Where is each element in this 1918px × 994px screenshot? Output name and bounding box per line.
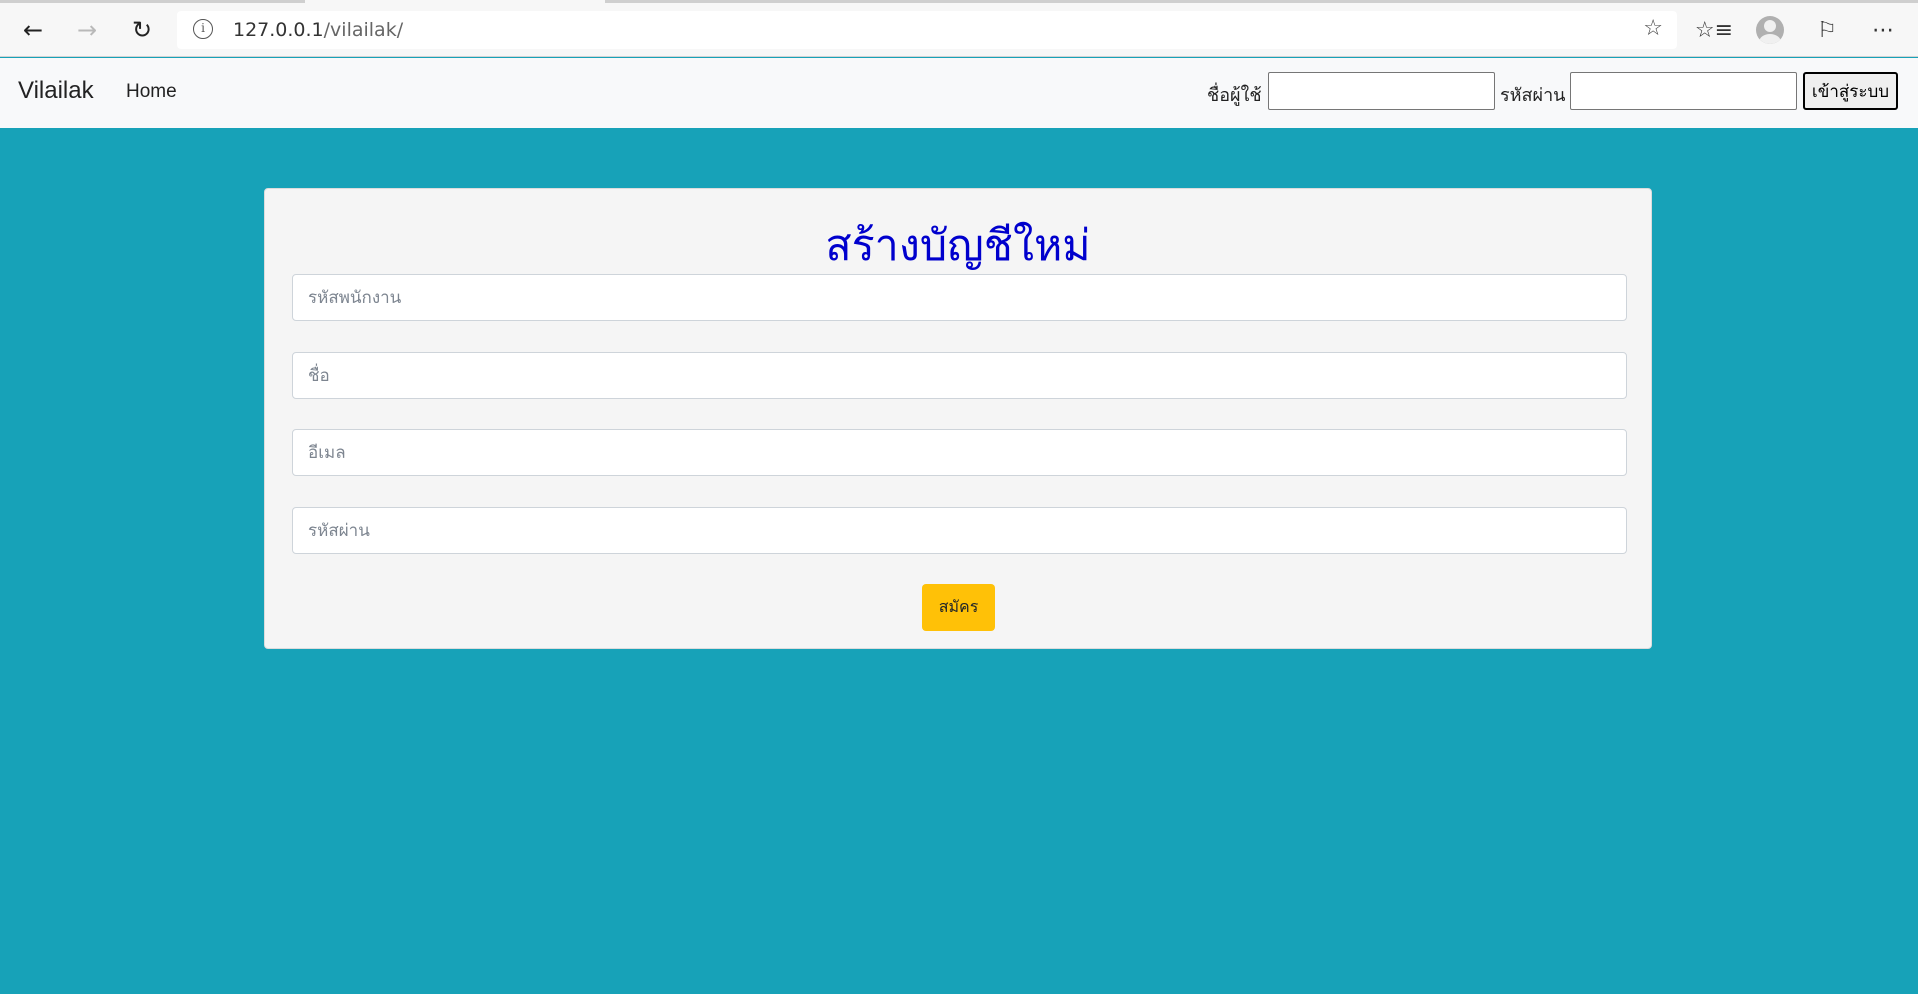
address-bar[interactable]: i 127.0.0.1/vilailak/ ☆ — [177, 11, 1677, 49]
browser-toolbar: ← → ↻ i 127.0.0.1/vilailak/ ☆ ☆≡ ⚐ ⋯ — [0, 0, 1918, 57]
register-button[interactable]: สมัคร — [922, 584, 995, 631]
site-navbar: Vilailak Home ชื่อผู้ใช้ รหัสผ่าน เข้าสู… — [0, 58, 1918, 128]
password-label: รหัสผ่าน — [1500, 85, 1566, 106]
tab-strip — [0, 0, 1918, 3]
name-field[interactable] — [292, 352, 1627, 399]
more-icon[interactable]: ⋯ — [1864, 11, 1902, 49]
brand-logo[interactable]: Vilailak — [18, 77, 94, 105]
username-label: ชื่อผู้ใช้ — [1207, 85, 1262, 106]
star-icon[interactable]: ☆ — [1643, 16, 1663, 41]
password-field[interactable] — [292, 507, 1627, 554]
username-input[interactable] — [1268, 72, 1495, 110]
page-title: สร้างบัญชีใหม่ — [825, 221, 1091, 271]
password-input[interactable] — [1570, 72, 1797, 110]
back-icon[interactable]: ← — [14, 11, 52, 49]
favorites-icon[interactable]: ☆≡ — [1695, 11, 1733, 49]
forward-icon[interactable]: → — [68, 11, 106, 49]
info-icon[interactable]: i — [193, 19, 213, 39]
login-button[interactable]: เข้าสู่ระบบ — [1803, 72, 1898, 110]
refresh-icon[interactable]: ↻ — [123, 11, 161, 49]
feedback-icon[interactable]: ⚐ — [1808, 11, 1846, 49]
url-text: 127.0.0.1/vilailak/ — [233, 19, 404, 41]
profile-icon[interactable] — [1756, 16, 1784, 44]
nav-home-link[interactable]: Home — [126, 81, 177, 103]
register-card: สร้างบัญชีใหม่ สมัคร — [264, 188, 1652, 649]
email-field[interactable] — [292, 429, 1627, 476]
employee-id-field[interactable] — [292, 274, 1627, 321]
